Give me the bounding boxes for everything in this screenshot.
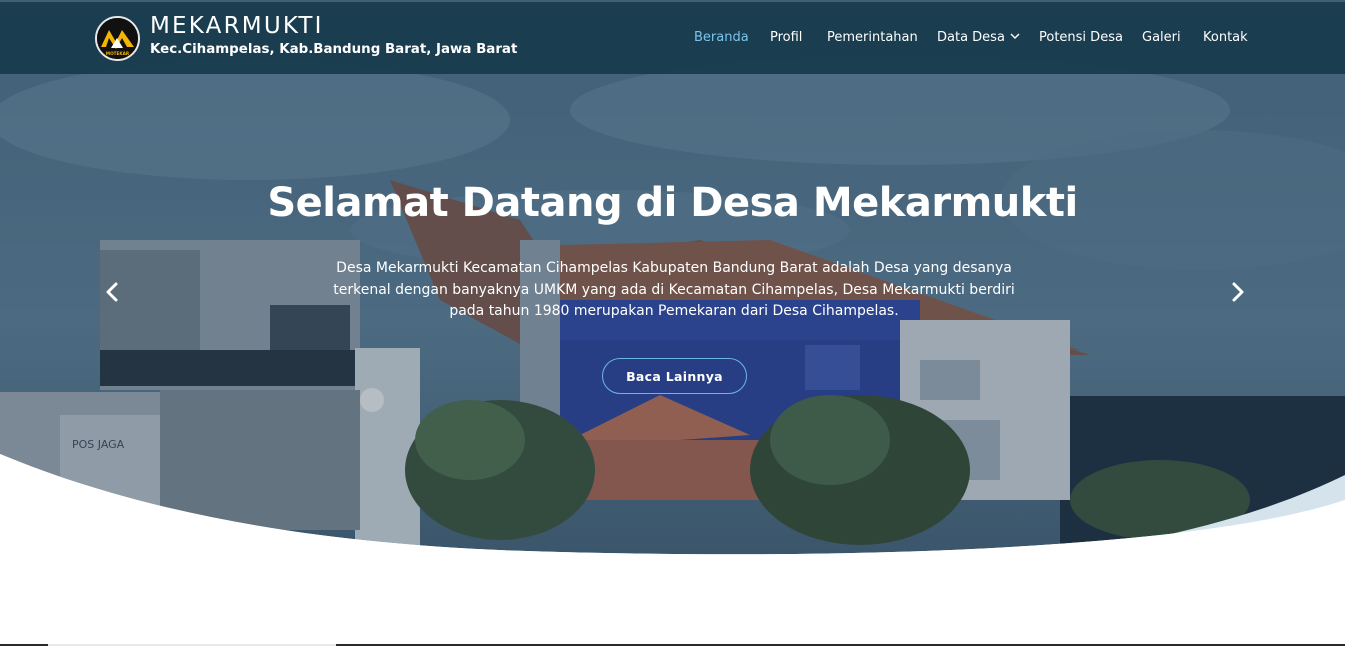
read-more-button[interactable]: Baca Lainnya xyxy=(602,358,747,394)
nav-item-pemerintahan[interactable]: Pemerintahan xyxy=(827,30,918,45)
motekar-logo-icon: MOTEKAR xyxy=(97,18,138,59)
nav-item-data-desa[interactable]: Data Desa xyxy=(937,30,1020,45)
nav-item-potensi-desa[interactable]: Potensi Desa xyxy=(1039,30,1123,45)
hero-bottom-wave xyxy=(0,454,1345,646)
nav-item-beranda[interactable]: Beranda xyxy=(694,30,749,45)
chevron-right-icon[interactable] xyxy=(1226,280,1250,304)
nav-item-galeri[interactable]: Galeri xyxy=(1142,30,1181,45)
nav-item-profil[interactable]: Profil xyxy=(770,30,802,45)
site-header: MOTEKAR MEKARMUKTI Kec.Cihampelas, Kab.B… xyxy=(0,2,1345,74)
hero-slider: POS JAGA Selamat Datang di Desa Mekarmuk… xyxy=(0,0,1345,646)
brand-subtitle: Kec.Cihampelas, Kab.Bandung Barat, Jawa … xyxy=(150,42,518,57)
chevron-left-icon[interactable] xyxy=(100,280,124,304)
nav-item-kontak[interactable]: Kontak xyxy=(1203,30,1248,45)
site-logo[interactable]: MOTEKAR xyxy=(95,16,140,61)
hero-title: Selamat Datang di Desa Mekarmukti xyxy=(267,180,1078,226)
brand-title[interactable]: MEKARMUKTI xyxy=(150,13,324,39)
chevron-down-icon xyxy=(1010,33,1020,39)
hero-description: Desa Mekarmukti Kecamatan Cihampelas Kab… xyxy=(333,260,1015,319)
nav-item-label: Data Desa xyxy=(937,30,1005,45)
svg-text:MOTEKAR: MOTEKAR xyxy=(106,51,130,56)
